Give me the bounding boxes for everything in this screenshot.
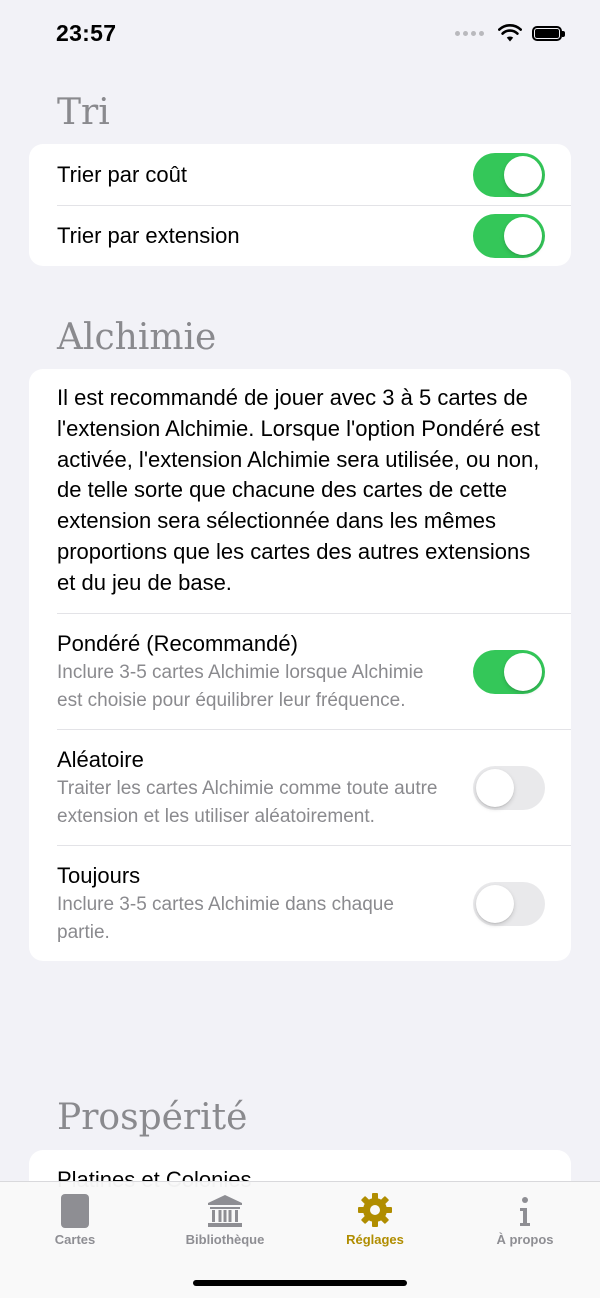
- option-always-subtitle: Inclure 3-5 cartes Alchimie dans chaque …: [57, 893, 394, 943]
- sort-by-cost-label: Trier par coût: [57, 161, 188, 187]
- sort-by-cost-row: Trier par coût: [29, 144, 571, 205]
- option-always-row[interactable]: Toujours Inclure 3-5 cartes Alchimie dan…: [29, 844, 571, 961]
- tab-a-propos[interactable]: À propos: [450, 1182, 600, 1262]
- tab-a-propos-label: À propos: [496, 1232, 554, 1247]
- sort-by-extension-toggle[interactable]: [473, 213, 545, 258]
- option-random-subtitle: Traiter les cartes Alchimie comme toute …: [57, 777, 438, 827]
- option-always-toggle[interactable]: [473, 881, 545, 926]
- sort-by-extension-label: Trier par extension: [57, 222, 240, 248]
- option-random-title: Aléatoire: [57, 746, 144, 772]
- option-always-title: Toujours: [57, 862, 141, 888]
- tab-bar: Cartes Bibliothèque Réglages À propos: [0, 1181, 600, 1298]
- status-time: 23:57: [56, 20, 117, 46]
- tri-card: Trier par coût Trier par extension: [29, 144, 571, 266]
- sort-by-extension-row: Trier par extension: [29, 205, 571, 266]
- wifi-icon: [498, 24, 522, 42]
- tab-cartes-label: Cartes: [54, 1232, 96, 1247]
- status-icons: [455, 24, 565, 42]
- sort-by-cost-toggle[interactable]: [473, 152, 545, 197]
- option-random-toggle[interactable]: [473, 765, 545, 810]
- tab-reglages-label: Réglages: [346, 1232, 404, 1247]
- home-indicator: [193, 1280, 407, 1286]
- section-header-prosperite: Prospérité: [57, 1097, 248, 1138]
- card-icon: [61, 1194, 89, 1228]
- library-icon: [208, 1195, 242, 1227]
- tab-bibliotheque[interactable]: Bibliothèque: [150, 1182, 300, 1262]
- gear-icon: [358, 1193, 392, 1227]
- option-weighted-toggle[interactable]: [473, 649, 545, 694]
- section-header-alchimie: Alchimie: [57, 317, 217, 358]
- section-header-tri: Tri: [57, 92, 110, 133]
- option-weighted-subtitle: Inclure 3-5 cartes Alchimie lorsque Alch…: [57, 661, 424, 711]
- alchimie-card: Il est recommandé de jouer avec 3 à 5 ca…: [29, 369, 571, 961]
- tab-cartes[interactable]: Cartes: [0, 1182, 150, 1262]
- tab-bibliotheque-label: Bibliothèque: [185, 1232, 265, 1247]
- info-icon: [520, 1197, 530, 1226]
- tab-reglages[interactable]: Réglages: [300, 1182, 450, 1262]
- signal-icon: [455, 30, 484, 36]
- status-bar: 23:57: [0, 0, 600, 64]
- battery-icon: [532, 25, 565, 41]
- alchimie-description: Il est recommandé de jouer avec 3 à 5 ca…: [57, 385, 540, 595]
- option-weighted-title: Pondéré (Recommandé): [57, 630, 298, 656]
- option-random-row[interactable]: Aléatoire Traiter les cartes Alchimie co…: [29, 728, 571, 845]
- option-weighted-row[interactable]: Pondéré (Recommandé) Inclure 3-5 cartes …: [29, 612, 571, 729]
